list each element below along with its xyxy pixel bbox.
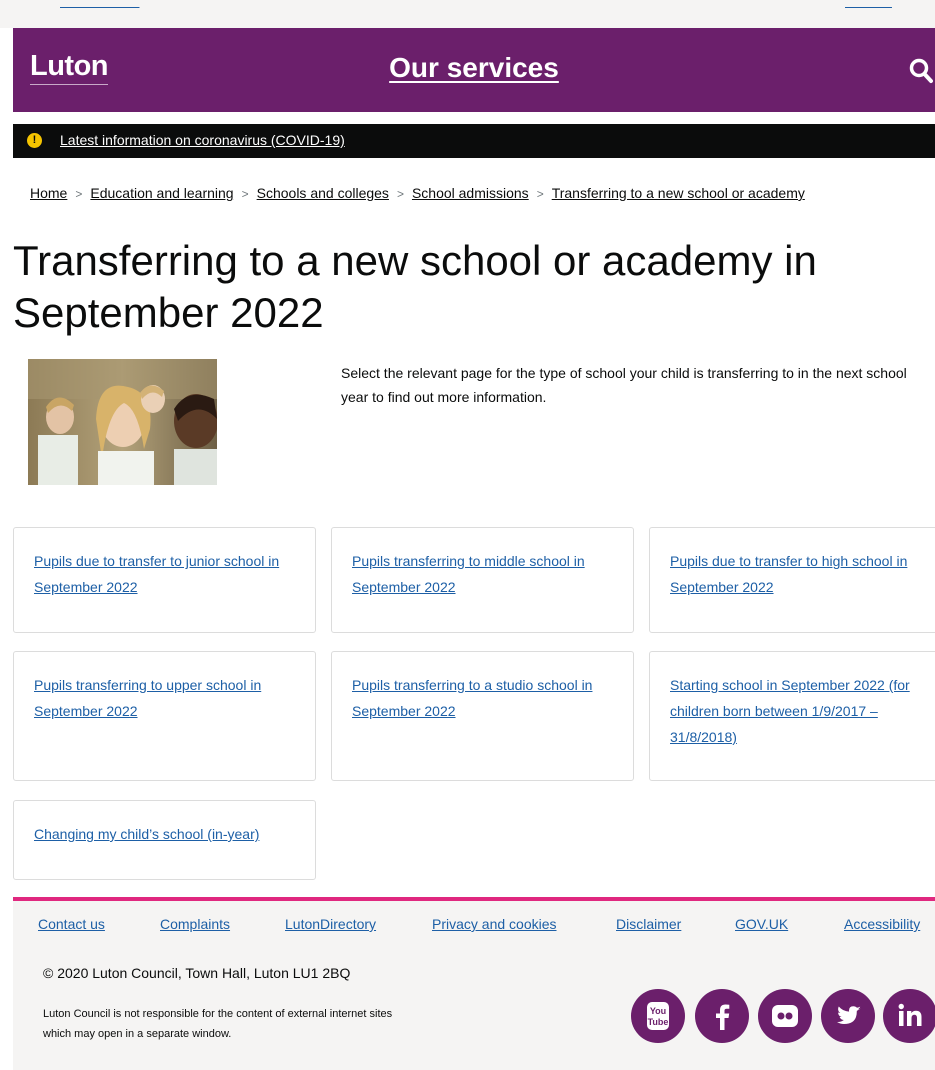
card-link-starting-school[interactable]: Starting school in September 2022 (for c…	[670, 672, 935, 750]
page-title: Transferring to a new school or academy …	[13, 237, 817, 336]
breadcrumb-separator: >	[241, 187, 249, 201]
footer-link-govuk[interactable]: GOV.UK	[735, 916, 788, 932]
breadcrumb-education[interactable]: Education and learning	[90, 185, 233, 201]
card-studio-school: Pupils transferring to a studio school i…	[331, 651, 634, 781]
our-services-link[interactable]: Our services	[13, 52, 935, 84]
footer-link-contact[interactable]: Contact us	[38, 916, 105, 932]
breadcrumb-transferring[interactable]: Transferring to a new school or academy	[552, 185, 805, 201]
top-strip	[0, 0, 935, 28]
card-link-junior-school[interactable]: Pupils due to transfer to junior school …	[34, 548, 303, 600]
covid-alert-banner: ! Latest information on coronavirus (COV…	[13, 124, 935, 158]
card-link-studio-school[interactable]: Pupils transferring to a studio school i…	[352, 672, 621, 724]
breadcrumb-admissions[interactable]: School admissions	[412, 185, 529, 201]
footer-link-disclaimer[interactable]: Disclaimer	[616, 916, 681, 932]
card-high-school: Pupils due to transfer to high school in…	[649, 527, 935, 633]
card-link-changing-school[interactable]: Changing my child’s school (in-year)	[34, 821, 303, 847]
card-junior-school: Pupils due to transfer to junior school …	[13, 527, 316, 633]
breadcrumb-separator: >	[396, 187, 404, 201]
intro-text: Select the relevant page for the type of…	[341, 365, 907, 405]
youtube-icon[interactable]: You Tube	[631, 989, 685, 1043]
site-footer: Contact us Complaints LutonDirectory Pri…	[13, 901, 935, 1070]
card-link-high-school[interactable]: Pupils due to transfer to high school in…	[670, 548, 935, 600]
breadcrumb: Home > Education and learning > Schools and …	[30, 185, 805, 201]
footer-link-complaints[interactable]: Complaints	[160, 916, 230, 932]
copyright-text: © 2020 Luton Council, Town Hall, Luton L…	[43, 965, 351, 981]
card-starting-school: Starting school in September 2022 (for c…	[649, 651, 935, 781]
breadcrumb-separator: >	[75, 187, 83, 201]
card-link-middle-school[interactable]: Pupils transferring to middle school in …	[352, 548, 621, 600]
flickr-icon[interactable]	[758, 989, 812, 1043]
external-links-disclaimer: Luton Council is not responsible for the…	[43, 1008, 393, 1040]
site-header: Luton Our services	[13, 28, 935, 112]
footer-link-privacy[interactable]: Privacy and cookies	[432, 916, 557, 932]
breadcrumb-schools[interactable]: Schools and colleges	[257, 185, 389, 201]
youtube-text-top: You	[650, 1006, 666, 1016]
twitter-icon[interactable]	[821, 989, 875, 1043]
youtube-text-bottom: Tube	[648, 1017, 669, 1027]
footer-link-lutondirectory[interactable]: LutonDirectory	[285, 916, 376, 932]
card-middle-school: Pupils transferring to middle school in …	[331, 527, 634, 633]
warning-icon: !	[27, 133, 42, 148]
card-upper-school: Pupils transferring to upper school in S…	[13, 651, 316, 781]
linkedin-icon[interactable]	[883, 989, 935, 1043]
children-photo	[28, 359, 217, 485]
card-link-upper-school[interactable]: Pupils transferring to upper school in S…	[34, 672, 303, 724]
skip-link-left[interactable]	[60, 0, 139, 9]
facebook-icon[interactable]	[695, 989, 749, 1043]
logo-underline	[30, 84, 109, 85]
search-icon[interactable]	[909, 58, 935, 86]
card-changing-school: Changing my child’s school (in-year)	[13, 800, 316, 880]
footer-link-accessibility[interactable]: Accessibility	[844, 916, 920, 932]
skip-link-right[interactable]	[845, 0, 892, 9]
breadcrumb-separator: >	[536, 187, 544, 201]
breadcrumb-home[interactable]: Home	[30, 185, 67, 201]
covid-info-link[interactable]: Latest information on coronavirus (COVID…	[60, 132, 345, 148]
